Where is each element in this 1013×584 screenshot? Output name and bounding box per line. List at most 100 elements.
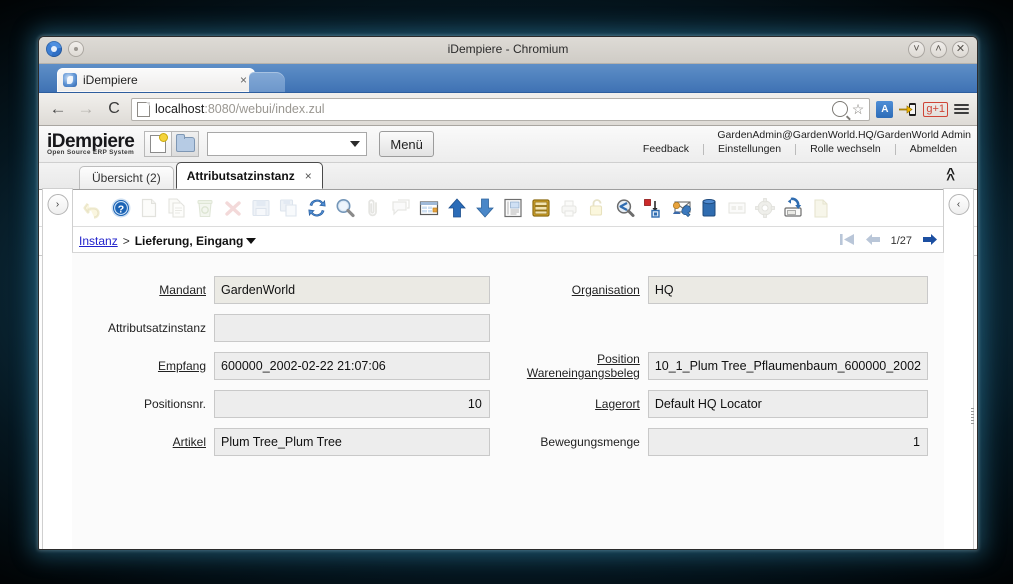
browser-menu-icon[interactable]: [954, 104, 969, 114]
field-row-bewegungsmenge: Bewegungsmenge 1: [506, 427, 928, 457]
browser-tab[interactable]: iDempiere ×: [57, 68, 255, 92]
send-to-device-icon[interactable]: [898, 101, 917, 118]
browser-tabstrip: iDempiere ×: [39, 64, 977, 93]
print-icon[interactable]: [555, 193, 583, 223]
field-input-artikel[interactable]: Plum Tree_Plum Tree: [214, 428, 490, 456]
expand-left-panel-icon[interactable]: ›: [47, 194, 68, 215]
field-row-mandant: Mandant GardenWorld: [72, 275, 490, 305]
breadcrumb-separator: >: [122, 234, 130, 248]
field-label-artikel[interactable]: Artikel: [72, 435, 214, 449]
field-label-empfang[interactable]: Empfang: [72, 359, 214, 373]
collapse-header-icon[interactable]: ^ ^: [946, 166, 955, 187]
open-window-button[interactable]: [172, 131, 200, 157]
field-label-position-wareneingangsbeleg[interactable]: Position Wareneingangsbeleg: [506, 352, 648, 380]
reload-icon[interactable]: C: [103, 98, 125, 120]
page-info-icon[interactable]: [137, 101, 150, 117]
switch-role-link[interactable]: Rolle wechseln: [796, 143, 895, 155]
export-icon[interactable]: [779, 193, 807, 223]
global-search-select[interactable]: [207, 132, 368, 156]
product-info-icon[interactable]: [695, 193, 723, 223]
process-icon[interactable]: [639, 193, 667, 223]
field-row-attributsatzinstanz: Attributsatzinstanz: [72, 313, 490, 343]
field-input-position-wareneingangsbeleg[interactable]: 10_1_Plum Tree_Pflaumenbaum_600000_2002: [647, 352, 928, 380]
forward-icon[interactable]: →: [75, 98, 97, 120]
refresh-icon[interactable]: [303, 193, 331, 223]
panel-resize-grip[interactable]: [971, 408, 974, 424]
header-right: GardenAdmin@GardenWorld.HQ/GardenWorld A…: [629, 129, 971, 155]
url-host: localhost: [155, 102, 205, 116]
preference-icon[interactable]: [751, 193, 779, 223]
url-text: localhost:8080/webui/index.zul: [155, 102, 325, 116]
field-input-mandant[interactable]: GardenWorld: [214, 276, 490, 304]
tab-close-icon[interactable]: ×: [238, 73, 249, 87]
tab-uebersicht[interactable]: Übersicht (2): [79, 166, 174, 189]
back-icon[interactable]: ←: [47, 98, 69, 120]
detail-record-icon[interactable]: [471, 193, 499, 223]
translate-icon[interactable]: A: [876, 100, 894, 118]
request-icon[interactable]: [667, 193, 695, 223]
breadcrumb-root-link[interactable]: Instanz: [79, 234, 118, 248]
field-row-positionsnr: Positionsnr. 10: [72, 389, 490, 419]
first-record-icon[interactable]: [839, 233, 855, 248]
next-record-icon[interactable]: [922, 233, 938, 248]
report-icon[interactable]: [499, 193, 527, 223]
lock-icon[interactable]: [583, 193, 611, 223]
expand-right-panel-icon[interactable]: ‹: [948, 194, 969, 215]
tab-attributsatzinstanz[interactable]: Attributsatzinstanz ×: [175, 162, 323, 189]
delete-record-icon[interactable]: [191, 193, 219, 223]
customize-icon[interactable]: [723, 193, 751, 223]
find-icon[interactable]: [331, 193, 359, 223]
minimize-button[interactable]: ˅: [908, 41, 925, 58]
window-tab-row: Übersicht (2) Attributsatzinstanz × ^ ^: [39, 162, 977, 190]
chat-icon[interactable]: [387, 193, 415, 223]
close-button[interactable]: ✕: [952, 41, 969, 58]
maximize-button[interactable]: ˄: [930, 41, 947, 58]
field-label-lagerort[interactable]: Lagerort: [506, 397, 648, 411]
save-icon[interactable]: [247, 193, 275, 223]
new-record-icon[interactable]: [135, 193, 163, 223]
feedback-link[interactable]: Feedback: [629, 143, 703, 155]
field-input-attributsatzinstanz[interactable]: [214, 314, 490, 342]
favicon-icon: [63, 73, 77, 87]
right-panel-rail: ‹: [943, 188, 974, 549]
field-input-bewegungsmenge[interactable]: 1: [647, 428, 928, 456]
field-label-organisation[interactable]: Organisation: [506, 283, 648, 297]
window-controls: ˅ ˄ ✕: [908, 41, 969, 58]
field-input-organisation[interactable]: HQ: [647, 276, 928, 304]
new-tab-button[interactable]: [249, 72, 285, 92]
new-window-button[interactable]: [144, 131, 173, 157]
new-document-icon: [150, 133, 169, 153]
address-bar-actions: ☆: [831, 101, 865, 118]
app-toolbar: ?: [39, 190, 977, 227]
browser-navbar: ← → C localhost:8080/webui/index.zul ☆ A: [39, 93, 977, 126]
previous-record-icon[interactable]: [865, 233, 881, 248]
tab-label: Übersicht (2): [92, 171, 161, 185]
address-bar[interactable]: localhost:8080/webui/index.zul ☆: [131, 97, 871, 121]
zoom-across-icon[interactable]: [611, 193, 639, 223]
delete-selection-icon[interactable]: [219, 193, 247, 223]
google-plus-icon[interactable]: g+1: [923, 101, 948, 117]
logout-link[interactable]: Abmelden: [896, 143, 971, 155]
field-input-empfang[interactable]: 600000_2002-02-22 21:07:06: [214, 352, 490, 380]
field-label-mandant[interactable]: Mandant: [72, 283, 214, 297]
tab-close-icon[interactable]: ×: [305, 169, 312, 183]
field-input-lagerort[interactable]: Default HQ Locator: [647, 390, 928, 418]
chevron-down-icon[interactable]: [246, 238, 257, 244]
parent-record-icon[interactable]: [443, 193, 471, 223]
settings-link[interactable]: Einstellungen: [704, 143, 795, 155]
idempiere-app: iDempiere Open Source ERP System Menü Ga…: [39, 126, 977, 549]
save-create-new-icon[interactable]: [275, 193, 303, 223]
attachment-icon[interactable]: [359, 193, 387, 223]
bookmark-star-icon[interactable]: ☆: [852, 101, 865, 118]
zoom-search-icon[interactable]: [831, 101, 848, 117]
field-input-positionsnr[interactable]: 10: [214, 390, 490, 418]
copy-record-icon[interactable]: [163, 193, 191, 223]
field-row-artikel: Artikel Plum Tree_Plum Tree: [72, 427, 490, 457]
csv-import-icon[interactable]: [807, 193, 835, 223]
menu-button[interactable]: Menü: [379, 131, 434, 157]
grid-toggle-icon[interactable]: [415, 193, 443, 223]
help-icon[interactable]: ?: [107, 193, 135, 223]
archive-icon[interactable]: [527, 193, 555, 223]
undo-icon[interactable]: [79, 193, 107, 223]
browser-tab-label: iDempiere: [83, 73, 138, 87]
